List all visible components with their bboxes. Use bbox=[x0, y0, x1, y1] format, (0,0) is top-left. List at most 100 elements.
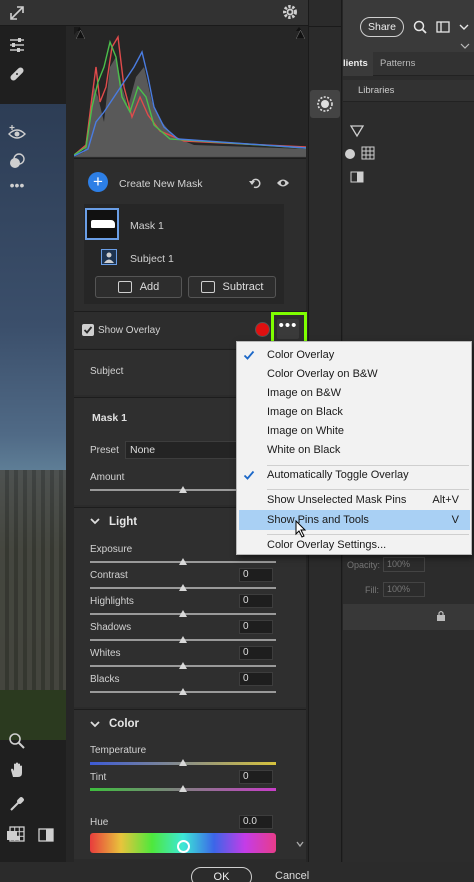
add-button[interactable]: Add bbox=[95, 276, 182, 298]
subtract-label: Subtract bbox=[222, 281, 264, 293]
overlay-color-swatch[interactable] bbox=[255, 322, 270, 337]
menu-item-label: Color Overlay bbox=[267, 349, 335, 361]
subject-component-name[interactable]: Subject 1 bbox=[130, 253, 174, 265]
adjustment-grid-icon[interactable] bbox=[361, 146, 375, 160]
light-collapse-chevron-icon[interactable] bbox=[90, 516, 100, 526]
workspace-icon[interactable] bbox=[436, 20, 450, 34]
menu-item[interactable]: Image on Black bbox=[237, 403, 471, 421]
adjustment-triangle-icon[interactable] bbox=[350, 124, 364, 138]
light-slider-label: Contrast bbox=[90, 570, 128, 581]
menu-item[interactable]: Automatically Toggle Overlay bbox=[237, 466, 471, 484]
eyedropper-icon[interactable] bbox=[8, 795, 26, 813]
menu-item-label: Image on B&W bbox=[267, 387, 341, 399]
light-slider-thumb[interactable] bbox=[179, 636, 187, 643]
tint-slider-thumb[interactable] bbox=[179, 785, 187, 792]
amount-slider-track[interactable] bbox=[90, 489, 236, 491]
light-slider-thumb[interactable] bbox=[179, 662, 187, 669]
light-slider-value[interactable]: 0 bbox=[239, 568, 273, 582]
share-button[interactable]: Share bbox=[360, 17, 404, 37]
light-slider-label: Whites bbox=[90, 648, 121, 659]
menu-item-label: Image on White bbox=[267, 425, 345, 437]
temperature-slider-thumb[interactable] bbox=[179, 759, 187, 766]
hue-slider-thumb[interactable] bbox=[177, 840, 190, 853]
light-title: Light bbox=[109, 516, 138, 528]
shadow-clipping-icon[interactable] bbox=[76, 30, 85, 39]
menu-item[interactable]: Color Overlay on B&W bbox=[237, 365, 471, 383]
red-eye-icon[interactable] bbox=[8, 124, 26, 142]
adjustment-blob-icon[interactable] bbox=[343, 146, 357, 160]
menu-item-label: Image on Black bbox=[267, 406, 343, 418]
menu-item[interactable]: Show Unselected Mask Pins Alt+V bbox=[237, 491, 471, 509]
menu-item-label: Color Overlay Settings... bbox=[267, 539, 387, 551]
light-slider-thumb[interactable] bbox=[179, 610, 187, 617]
healing-bandage-icon[interactable] bbox=[8, 65, 26, 83]
view-mode-icon[interactable] bbox=[6, 828, 20, 842]
zoom-magnifier-icon[interactable] bbox=[8, 732, 26, 750]
visibility-eye-icon[interactable] bbox=[276, 177, 290, 189]
light-slider-value[interactable]: 0 bbox=[239, 646, 273, 660]
tab-gradients[interactable]: lients bbox=[343, 52, 373, 76]
hand-pan-icon[interactable] bbox=[8, 761, 26, 779]
amount-slider-thumb[interactable] bbox=[179, 486, 187, 493]
reset-arrow-icon[interactable] bbox=[249, 176, 263, 190]
light-slider-thumb[interactable] bbox=[179, 558, 187, 565]
menu-item[interactable]: Color Overlay Settings... bbox=[237, 536, 471, 554]
create-mask-plus-icon[interactable]: + bbox=[88, 172, 108, 192]
ok-button[interactable]: OK bbox=[191, 867, 252, 882]
more-tools-ellipsis-icon[interactable]: ••• bbox=[8, 178, 26, 196]
color-collapse-chevron-icon[interactable] bbox=[90, 719, 100, 729]
show-overlay-checkbox[interactable] bbox=[82, 324, 94, 336]
preset-dropdown[interactable]: None bbox=[125, 441, 237, 459]
tab-patterns[interactable]: Patterns bbox=[380, 52, 415, 76]
create-new-mask-label[interactable]: Create New Mask bbox=[119, 178, 202, 190]
menu-item[interactable]: Image on White bbox=[237, 422, 471, 440]
settings-gear-icon[interactable] bbox=[281, 3, 299, 21]
fill-field[interactable]: 100% bbox=[383, 582, 425, 597]
menu-item-label: Show Unselected Mask Pins bbox=[267, 494, 407, 506]
light-slider-thumb[interactable] bbox=[179, 688, 187, 695]
subtract-mask-icon bbox=[200, 281, 215, 294]
before-after-icon[interactable] bbox=[38, 828, 54, 842]
cancel-button[interactable]: Cancel bbox=[275, 870, 309, 882]
color-title: Color bbox=[109, 718, 140, 730]
hue-value[interactable]: 0.0 bbox=[239, 815, 273, 829]
scroll-down-chevron-icon[interactable] bbox=[296, 840, 304, 848]
menu-item[interactable]: Image on B&W bbox=[237, 384, 471, 402]
highlight-clipping-icon[interactable] bbox=[296, 30, 305, 39]
menu-item-label: Automatically Toggle Overlay bbox=[267, 469, 409, 481]
chevron-down-icon[interactable] bbox=[458, 20, 470, 34]
subtract-button[interactable]: Subtract bbox=[188, 276, 276, 298]
light-slider-value[interactable]: 0 bbox=[239, 672, 273, 686]
menu-item[interactable]: White on Black bbox=[237, 441, 471, 459]
menu-item[interactable]: Show Pins and Tools V bbox=[237, 511, 471, 529]
mouse-cursor-icon bbox=[295, 520, 307, 538]
add-mask-icon bbox=[117, 281, 132, 294]
panel-collapse-icon[interactable] bbox=[459, 42, 471, 52]
mask-thumbnail[interactable] bbox=[85, 208, 119, 240]
layer-row[interactable] bbox=[343, 604, 474, 630]
toolbar-divider bbox=[308, 26, 342, 27]
edit-sliders-icon[interactable] bbox=[8, 36, 26, 54]
histogram bbox=[74, 27, 306, 157]
expand-arrows-icon[interactable] bbox=[8, 4, 26, 22]
preset-label: Preset bbox=[90, 445, 119, 456]
adjustment-gradient-map-icon[interactable] bbox=[350, 170, 364, 184]
hue-label: Hue bbox=[90, 817, 109, 828]
menu-item[interactable]: Color Overlay bbox=[237, 346, 471, 364]
mask-name[interactable]: Mask 1 bbox=[130, 220, 164, 232]
tint-value[interactable]: 0 bbox=[239, 770, 273, 784]
camera-raw-header bbox=[0, 0, 310, 26]
subject-person-icon[interactable] bbox=[101, 249, 117, 265]
tab-libraries[interactable]: Libraries bbox=[358, 80, 394, 102]
search-icon[interactable] bbox=[413, 20, 427, 34]
menu-separator bbox=[267, 489, 469, 490]
more-options-ellipsis-icon[interactable]: ••• bbox=[277, 318, 299, 339]
light-slider-value[interactable]: 0 bbox=[239, 594, 273, 608]
masking-tool-active[interactable] bbox=[310, 90, 340, 118]
light-slider-value[interactable]: 0 bbox=[239, 620, 273, 634]
photo-stone-wall bbox=[0, 470, 66, 710]
light-slider-thumb[interactable] bbox=[179, 584, 187, 591]
light-slider-label: Exposure bbox=[90, 544, 133, 555]
presets-circles-icon[interactable] bbox=[8, 152, 26, 170]
opacity-field[interactable]: 100% bbox=[383, 557, 425, 572]
